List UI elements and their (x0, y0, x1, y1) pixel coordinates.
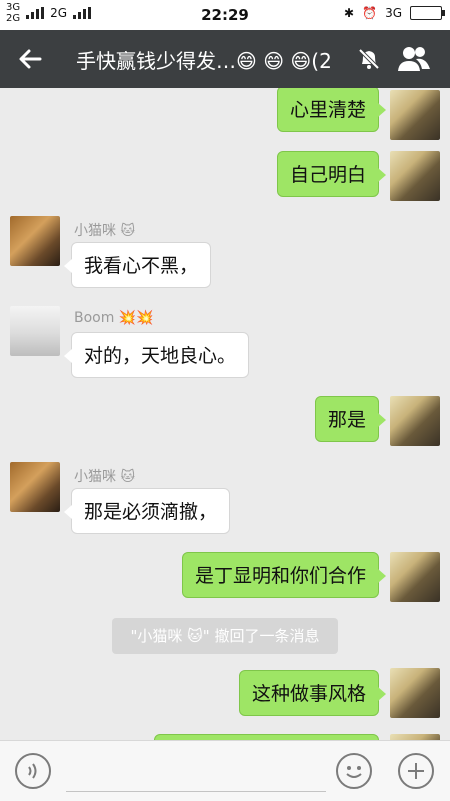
recall-notice: "小猫咪 🐱" 撤回了一条消息 (112, 618, 338, 654)
network-label-3: 3G (385, 6, 402, 20)
message-bubble[interactable]: 是丁显明和你们合作 (181, 552, 387, 598)
sender-name: Boom 💥💥 (74, 310, 154, 326)
message-bubble[interactable]: 我看心不黑， (63, 242, 212, 288)
sender-name: 小猫咪 🐱 (74, 469, 136, 485)
message-bubble[interactable]: 那是 (314, 396, 387, 442)
message-bubble[interactable]: 心里清楚 (276, 88, 387, 132)
bluetooth-icon: ✱ (344, 6, 355, 20)
emoji-icon (346, 766, 362, 778)
my-avatar[interactable] (390, 396, 440, 446)
status-right: ✱ ⏰ 3G (344, 6, 445, 20)
my-avatar[interactable] (390, 552, 440, 602)
chat-header: 手快赢钱少得发…😄 😄 😄(2 (0, 30, 450, 88)
my-avatar[interactable] (390, 90, 440, 140)
alarm-icon: ⏰ (362, 6, 378, 20)
sender-avatar[interactable] (10, 462, 60, 512)
chat-title: 手快赢钱少得发…😄 😄 😄(2 (76, 49, 332, 73)
plus-icon (408, 763, 424, 779)
voice-button[interactable] (15, 753, 51, 789)
message-bubble[interactable]: 自己明白 (276, 151, 387, 197)
sender-avatar[interactable] (10, 306, 60, 356)
bell-off-icon (358, 48, 380, 70)
group-icon[interactable] (396, 44, 432, 74)
message-bubble[interactable]: 这种做事风格 (238, 670, 387, 716)
sender-name: 小猫咪 🐱 (74, 223, 136, 239)
battery-icon (410, 6, 445, 20)
back-button[interactable] (14, 42, 48, 76)
status-bar: 3G 2G 2G 22:29 ✱ ⏰ 3G (0, 0, 450, 30)
arrow-left-icon (19, 49, 42, 69)
message-bubble[interactable]: 那是必须滴撤， (63, 488, 231, 534)
input-bar (0, 740, 450, 801)
my-avatar[interactable] (390, 668, 440, 718)
sender-avatar[interactable] (10, 216, 60, 266)
chat-area[interactable]: 心里清楚 自己明白 小猫咪 🐱 我看心不黑， Boom 💥💥 对的，天地良心。 … (0, 88, 450, 740)
message-bubble[interactable]: 对的，天地良心。 (63, 332, 250, 378)
message-input[interactable] (66, 751, 326, 792)
emoji-button[interactable] (336, 753, 372, 789)
my-avatar[interactable] (390, 151, 440, 201)
voice-icon (28, 763, 37, 779)
more-button[interactable] (398, 753, 434, 789)
